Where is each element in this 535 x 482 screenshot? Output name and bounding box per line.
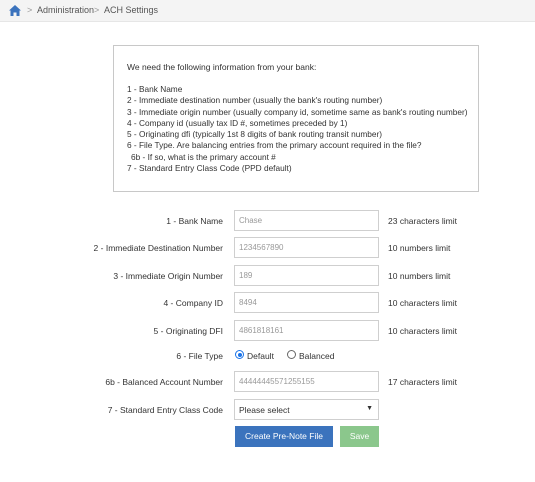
breadcrumb-separator: > xyxy=(94,5,100,15)
immediate-destination-input[interactable] xyxy=(234,237,379,258)
info-line: 3 - Immediate origin number (usually com… xyxy=(127,106,468,117)
breadcrumb-item-ach-settings: ACH Settings xyxy=(104,5,159,15)
file-type-default-radio[interactable] xyxy=(235,350,244,359)
balanced-account-input[interactable] xyxy=(234,371,379,392)
bank-name-label: 1 - Bank Name xyxy=(166,216,223,226)
company-id-hint: 10 characters limit xyxy=(388,298,457,308)
sec-code-label: 7 - Standard Entry Class Code xyxy=(107,405,223,415)
originating-dfi-input[interactable] xyxy=(234,320,379,341)
info-line: 4 - Company id (usually tax ID #, someti… xyxy=(127,117,348,128)
info-line: 6 - File Type. Are balancing entries fro… xyxy=(127,140,422,151)
breadcrumb-item-administration[interactable]: Administration xyxy=(37,5,94,15)
file-type-balanced-label[interactable]: Balanced xyxy=(299,351,334,361)
immediate-origin-hint: 10 numbers limit xyxy=(388,271,451,281)
balanced-account-label: 6b - Balanced Account Number xyxy=(105,377,223,387)
save-button[interactable]: Save xyxy=(340,426,379,447)
immediate-origin-input[interactable] xyxy=(234,265,379,286)
dropdown-arrow-icon: ▼ xyxy=(366,405,373,412)
info-line: 1 - Bank Name xyxy=(127,84,183,94)
file-type-label: 6 - File Type xyxy=(176,351,223,361)
home-icon[interactable] xyxy=(9,5,21,16)
info-line: 5 - Originating dfi (typically 1st 8 dig… xyxy=(127,129,383,140)
immediate-origin-label: 3 - Immediate Origin Number xyxy=(113,271,223,281)
info-line: 6b - If so, what is the primary account … xyxy=(131,151,276,162)
company-id-input[interactable] xyxy=(234,292,379,313)
file-type-default-label[interactable]: Default xyxy=(247,351,274,361)
info-line: 2 - Immediate destination number (usuall… xyxy=(127,95,383,106)
originating-dfi-label: 5 - Originating DFI xyxy=(153,326,223,336)
breadcrumb: > Administration > ACH Settings xyxy=(0,0,535,22)
info-intro: We need the following information from y… xyxy=(127,62,317,72)
breadcrumb-separator: > xyxy=(27,5,33,15)
file-type-balanced-radio[interactable] xyxy=(287,350,296,359)
balanced-account-hint: 17 characters limit xyxy=(388,377,457,387)
sec-code-select[interactable]: Please select ▼ xyxy=(234,399,379,420)
sec-code-value: Please select xyxy=(239,405,290,415)
bank-info-box: We need the following information from y… xyxy=(113,45,479,192)
originating-dfi-hint: 10 characters limit xyxy=(388,326,457,336)
bank-name-input[interactable] xyxy=(234,210,379,231)
company-id-label: 4 - Company ID xyxy=(163,298,223,308)
info-line: 7 - Standard Entry Class Code (PPD defau… xyxy=(127,163,292,174)
immediate-destination-label: 2 - Immediate Destination Number xyxy=(93,243,223,253)
create-prenote-button[interactable]: Create Pre-Note File xyxy=(235,426,333,447)
immediate-destination-hint: 10 numbers limit xyxy=(388,243,451,253)
bank-name-hint: 23 characters limit xyxy=(388,216,457,226)
